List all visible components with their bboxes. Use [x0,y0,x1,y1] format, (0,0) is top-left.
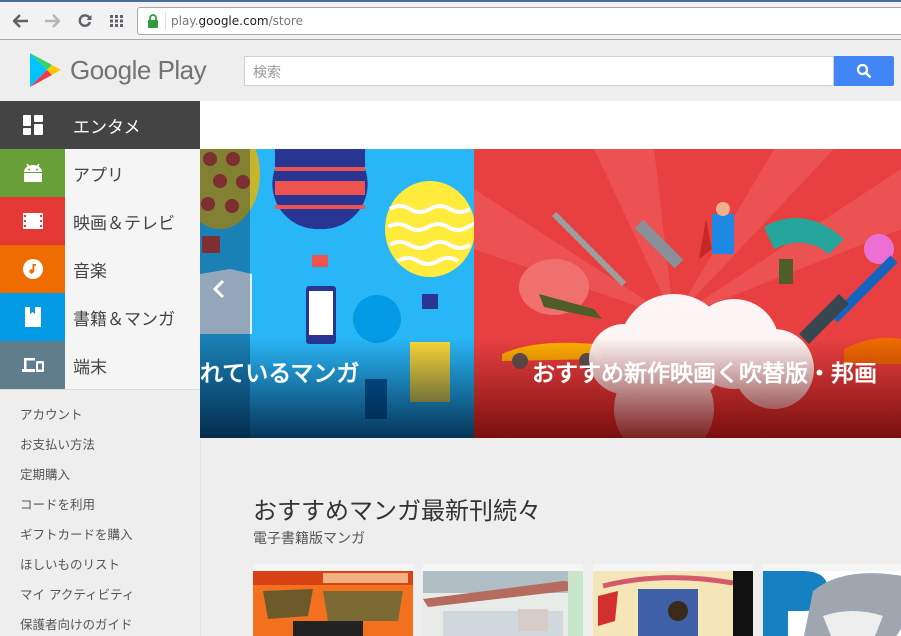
banner-title: おすすめ新作映画く吹替版・邦画 [532,361,877,387]
category-icon-box [0,245,65,293]
category-icon-box [0,197,65,245]
music-icon [22,259,43,279]
chevron-left-icon [212,279,225,299]
address-bar[interactable]: play.google.com/store [137,7,901,35]
sidebar-link-payment-methods[interactable]: お支払い方法 [20,434,95,453]
banner-title: れているマンガ [200,361,360,387]
sidebar-link-account[interactable]: アカウント [20,404,83,423]
search-icon [856,63,872,79]
search-button[interactable] [834,56,894,86]
book-cover-manga-2 [423,571,583,636]
book-cover-kingdom [593,571,753,636]
book-card[interactable] [593,564,753,636]
play-header: Google Play 検索 [0,41,901,101]
film-icon [22,213,43,229]
url-prefix: play. [171,14,199,28]
search-input[interactable]: 検索 [244,56,834,86]
book-card[interactable] [763,564,901,636]
search-placeholder: 検索 [253,65,281,81]
sidebar-link-parent-guide[interactable]: 保護者向けのガイド [20,614,133,633]
url-separator [165,12,166,30]
book-icon [24,307,41,327]
section-subtitle: 電子書籍版マンガ [253,531,365,547]
forward-button[interactable] [42,11,62,31]
sidebar-link-redeem[interactable]: コードを利用 [20,494,95,513]
sidebar-link-my-activity[interactable]: マイ アクティビティ [20,584,134,603]
apps-grid-icon [110,15,123,27]
browser-toolbar: play.google.com/store [0,2,901,40]
sidebar-category-entertainment[interactable]: エンタメ [0,101,200,149]
google-play-logo[interactable]: Google Play [28,52,207,88]
sidebar-divider [0,389,200,390]
reload-button[interactable] [75,11,95,31]
url-domain: google.com [198,14,269,28]
reload-icon [78,14,92,27]
url-text: play.google.com/store [171,14,303,28]
devices-icon [21,358,44,372]
book-cover-beastars [763,571,901,636]
book-card[interactable] [253,564,413,636]
category-label: 映画＆テレビ [73,213,175,234]
apps-button[interactable] [107,11,127,31]
back-arrow-icon [13,14,28,28]
apps-icon [22,115,43,135]
forward-arrow-icon [45,14,60,28]
category-label: 音楽 [73,261,107,282]
book-cover-tonegawa [253,571,413,636]
sidebar-category-apps[interactable]: アプリ [0,149,200,197]
section-title[interactable]: おすすめマンガ最新刊続々 [253,491,541,526]
sidebar-link-subscriptions[interactable]: 定期購入 [20,464,70,483]
android-icon [23,163,42,182]
sidebar: エンタメ アプリ 映画＆テレビ 音楽 書籍＆マンガ 端末 アカウント お支払い方… [0,101,200,636]
sidebar-link-buy-gift-card[interactable]: ギフトカードを購入 [20,524,133,543]
category-label: 端末 [73,357,107,378]
carousel-prev-button[interactable] [212,279,226,305]
category-icon-box [0,341,65,389]
content-left-border [200,440,201,636]
category-label: エンタメ [73,117,141,138]
carousel-banner-manga[interactable]: れているマンガ [200,149,474,438]
main-top-spacer [200,101,901,149]
category-label: 書籍＆マンガ [73,309,175,330]
logo-text: Google Play [70,54,207,85]
category-icon-box [0,149,65,197]
sidebar-category-devices[interactable]: 端末 [0,341,200,389]
category-icon-box [0,293,65,341]
lock-icon [148,14,158,28]
category-label: アプリ [73,165,124,186]
sidebar-category-movies-tv[interactable]: 映画＆テレビ [0,197,200,245]
sidebar-category-music[interactable]: 音楽 [0,245,200,293]
sidebar-category-books[interactable]: 書籍＆マンガ [0,293,200,341]
banner-shade [474,338,901,438]
category-icon-box [0,101,65,149]
book-card[interactable] [423,564,583,636]
play-triangle-icon [30,53,61,87]
back-button[interactable] [11,11,31,31]
sidebar-link-wishlist[interactable]: ほしいものリスト [20,554,120,573]
carousel-banner-movies[interactable]: おすすめ新作映画く吹替版・邦画 [474,149,901,438]
url-path: /store [268,14,303,28]
